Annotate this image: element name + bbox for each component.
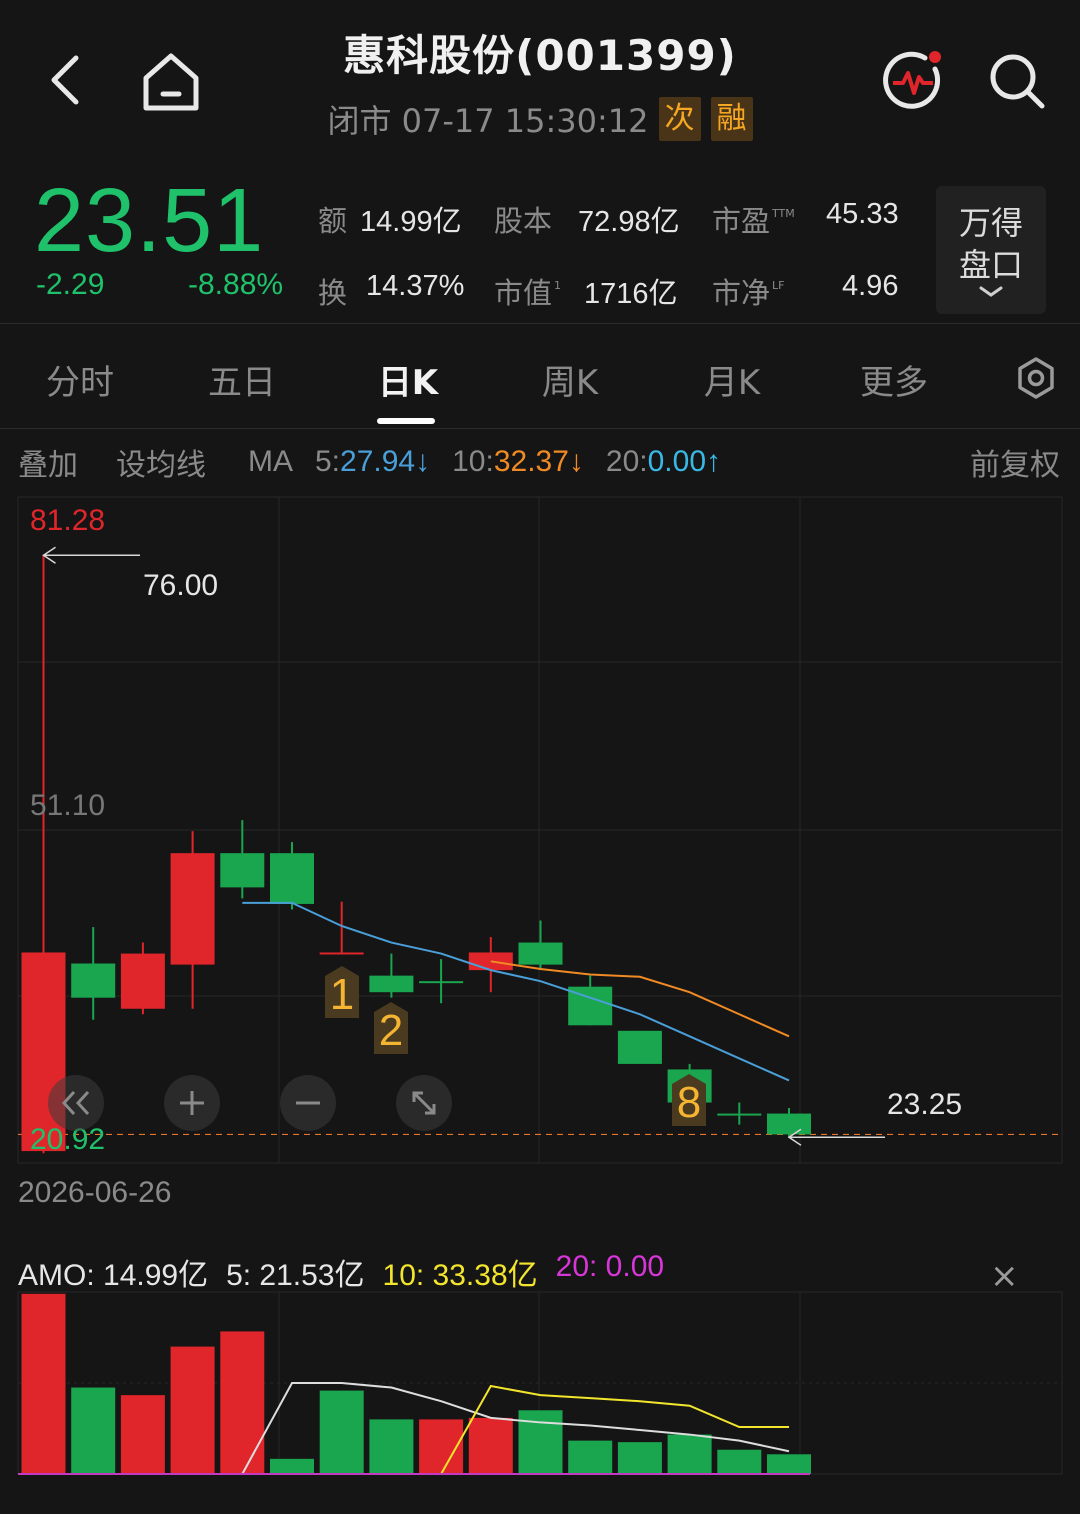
chart-start-date: 2026-06-26 [18, 1176, 172, 1209]
volume-bar [270, 1458, 314, 1474]
event-marker[interactable]: 2 [374, 1002, 408, 1058]
candle-body [170, 853, 215, 965]
y-mid-label: 51.10 [30, 789, 106, 822]
volume-bar [717, 1449, 762, 1474]
volume-bar [667, 1434, 712, 1474]
zoom-out-button[interactable] [280, 1075, 336, 1131]
volume-bar [568, 1440, 613, 1474]
event-marker[interactable]: 1 [325, 966, 359, 1022]
fullscreen-button[interactable] [396, 1075, 452, 1131]
candle-body [220, 853, 265, 888]
volume-bar [468, 1417, 513, 1474]
low-marker-label: 23.25 [887, 1088, 963, 1121]
expand-icon [412, 1091, 436, 1115]
minus-icon [296, 1101, 320, 1105]
candle-body [120, 953, 165, 1009]
volume-bar [319, 1390, 364, 1474]
volume-bar [369, 1419, 414, 1474]
y-max-label: 81.28 [30, 504, 106, 537]
zoom-in-button[interactable] [164, 1075, 220, 1131]
candle-body [617, 1030, 662, 1064]
candle-body [319, 952, 364, 955]
volume-bar [120, 1395, 165, 1474]
volume-bar [767, 1454, 811, 1474]
event-marker-label: 8 [676, 1078, 702, 1127]
candle-body [518, 942, 563, 965]
scroll-left-button[interactable] [48, 1075, 104, 1131]
volume-bar [71, 1387, 116, 1474]
volume-bar [617, 1442, 662, 1474]
volume-chart[interactable] [0, 1280, 1080, 1490]
event-marker[interactable]: 8 [672, 1074, 706, 1130]
candle-body [767, 1113, 811, 1135]
candle-body [71, 963, 116, 998]
volume-bar [21, 1293, 66, 1474]
candle-body [270, 853, 314, 904]
volume-bar [220, 1331, 265, 1474]
ma10-line [490, 960, 790, 1038]
plus-icon [180, 1091, 204, 1115]
candle-body [369, 975, 414, 993]
volume-bar [518, 1410, 563, 1474]
candle-body [419, 981, 464, 984]
volume-bar [170, 1346, 215, 1474]
candle-body [717, 1113, 762, 1116]
high-marker-label: 76.00 [143, 569, 219, 602]
event-marker-label: 1 [329, 970, 355, 1019]
double-chevron-left-icon [61, 1090, 90, 1116]
event-marker-label: 2 [378, 1006, 404, 1055]
